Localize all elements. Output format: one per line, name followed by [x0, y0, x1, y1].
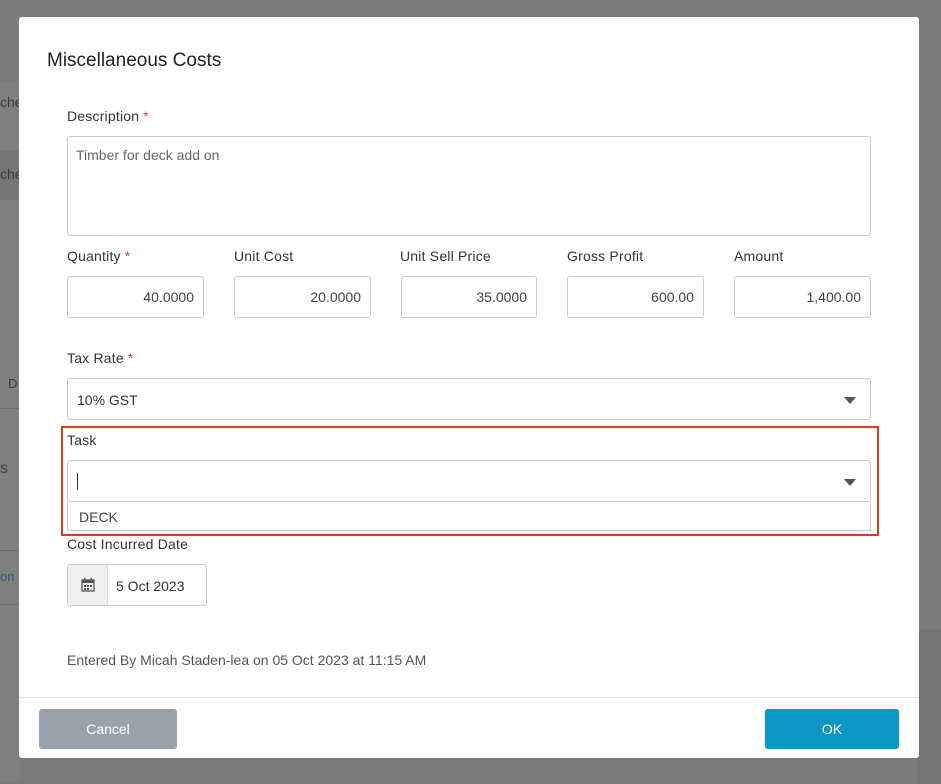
- entered-by-text: Entered By Micah Staden-lea on 05 Oct 20…: [67, 652, 427, 668]
- gross-profit-label: Gross Profit: [567, 248, 644, 264]
- unit-cost-label: Unit Cost: [234, 248, 294, 264]
- misc-costs-modal: Miscellaneous Costs Description * Timber …: [19, 17, 919, 758]
- unit-cost-input[interactable]: 20.0000: [234, 276, 371, 318]
- amount-input[interactable]: 1,400.00: [734, 276, 871, 318]
- calendar-icon[interactable]: [68, 565, 108, 605]
- amount-label: Amount: [734, 248, 784, 264]
- cost-incurred-date-label: Cost Incurred Date: [67, 536, 189, 552]
- quantity-input[interactable]: 40.0000: [67, 276, 204, 318]
- description-label: Description *: [67, 108, 149, 124]
- background-text: D: [8, 376, 18, 391]
- cost-incurred-date-field[interactable]: 5 Oct 2023: [67, 564, 207, 606]
- task-highlight-box: [61, 426, 879, 536]
- background-text: s: [0, 460, 8, 477]
- ok-button[interactable]: OK: [765, 709, 899, 749]
- unit-sell-price-label: Unit Sell Price: [400, 248, 491, 264]
- background-divider: [0, 408, 20, 409]
- gross-profit-input[interactable]: 600.00: [567, 276, 704, 318]
- modal-title: Miscellaneous Costs: [47, 50, 222, 71]
- background-divider: [0, 604, 20, 605]
- background-scroll-area: [918, 630, 941, 784]
- quantity-label: Quantity *: [67, 248, 131, 264]
- cost-incurred-date-value: 5 Oct 2023: [116, 578, 185, 594]
- tax-rate-label: Tax Rate *: [67, 350, 134, 366]
- chevron-down-icon[interactable]: [844, 397, 856, 404]
- tax-rate-select[interactable]: 10% GST: [67, 378, 871, 420]
- modal-footer: Cancel OK: [19, 697, 919, 758]
- background-divider: [0, 550, 20, 551]
- unit-sell-price-input[interactable]: 35.0000: [401, 276, 537, 318]
- background-link: on: [0, 569, 15, 584]
- description-textarea[interactable]: Timber for deck add on: [67, 136, 871, 236]
- tax-rate-value: 10% GST: [77, 392, 138, 408]
- cancel-button[interactable]: Cancel: [39, 709, 177, 749]
